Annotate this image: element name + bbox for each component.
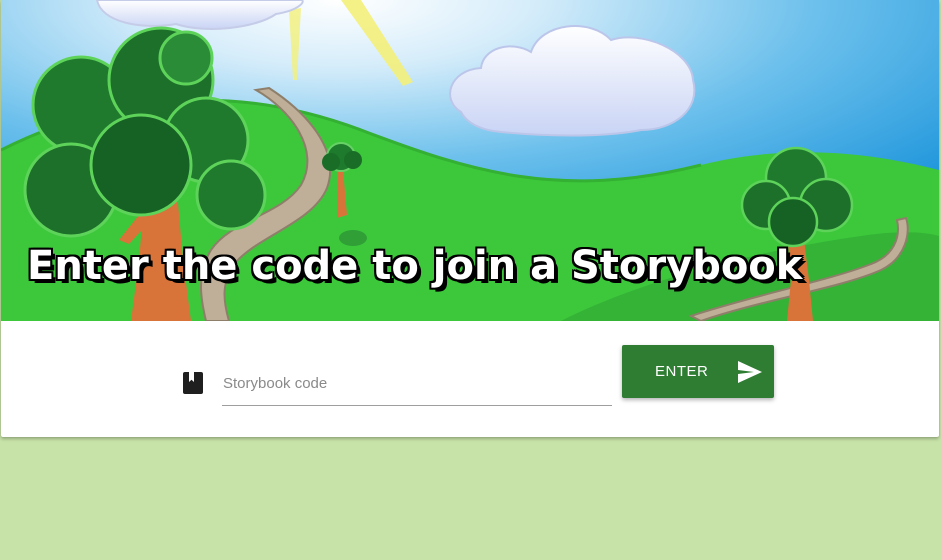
book-icon [182,371,204,395]
join-storybook-card: Enter the code to join a Storybook ENTER [1,0,939,437]
storybook-code-field[interactable] [222,361,612,406]
storybook-code-input[interactable] [222,361,612,405]
page-title: Enter the code to join a Storybook [27,243,803,289]
code-entry-form: ENTER [1,321,939,437]
enter-button-label: ENTER [655,363,709,380]
enter-button[interactable]: ENTER [622,345,774,398]
send-icon [738,361,762,383]
hero-banner: Enter the code to join a Storybook [1,0,939,321]
